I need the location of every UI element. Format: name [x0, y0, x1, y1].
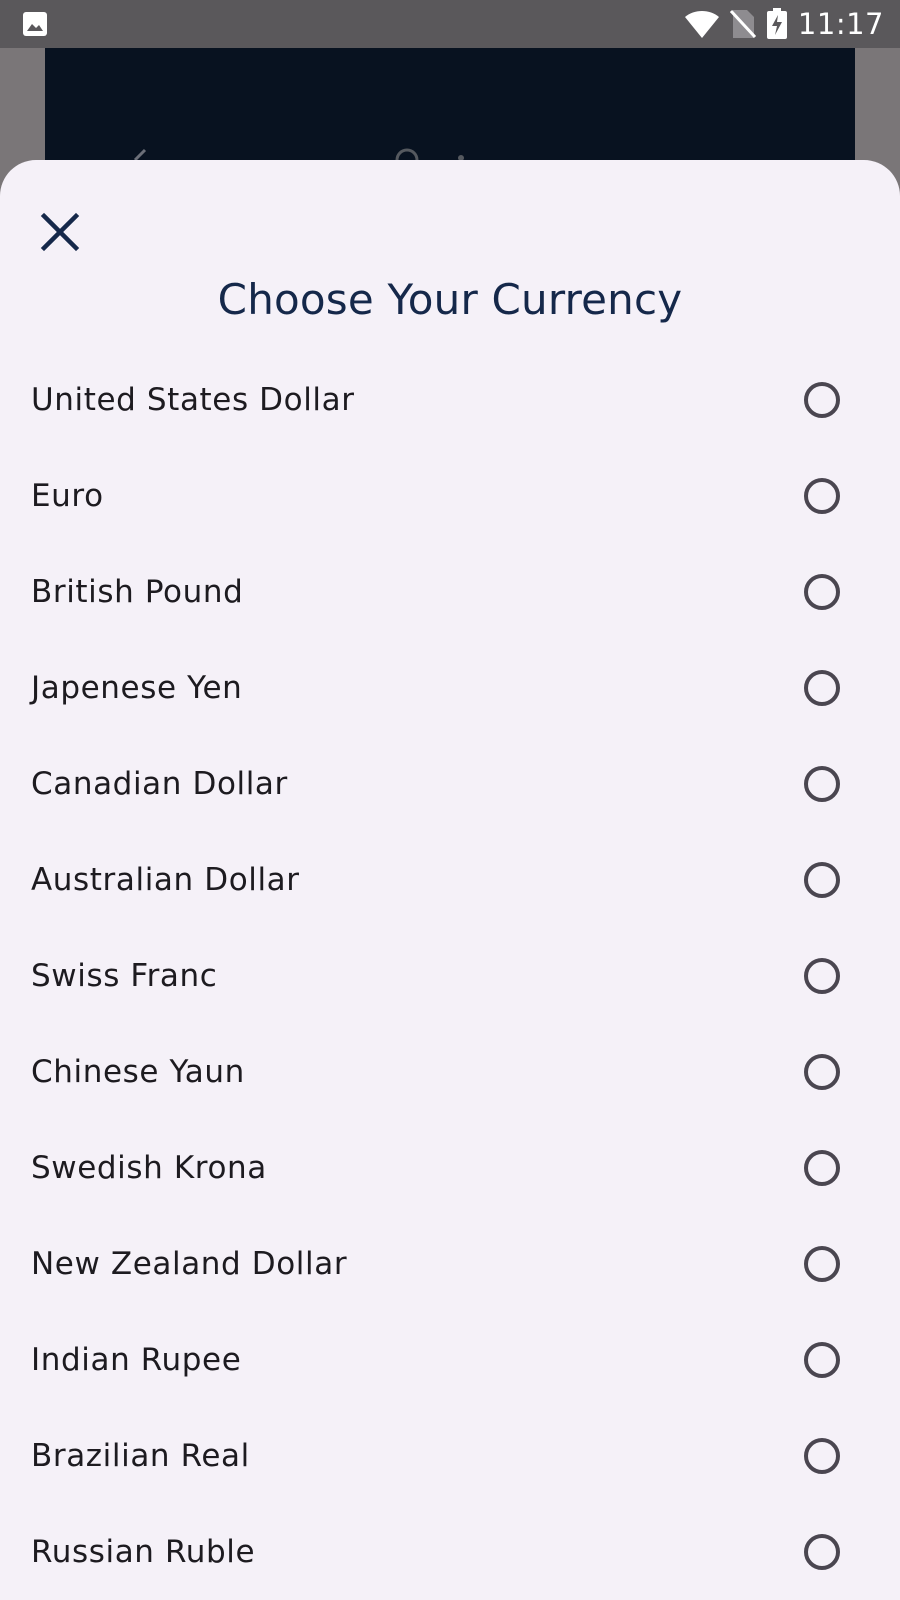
- currency-option-inr[interactable]: Indian Rupee: [0, 1312, 900, 1408]
- radio-button[interactable]: [804, 958, 840, 994]
- currency-option-sek[interactable]: Swedish Krona: [0, 1120, 900, 1216]
- no-sim-icon: [729, 9, 756, 39]
- currency-label: New Zealand Dollar: [31, 1246, 348, 1282]
- currency-label: Canadian Dollar: [31, 766, 288, 802]
- status-bar: 11:17: [0, 0, 900, 48]
- gallery-icon: [23, 12, 47, 36]
- close-button[interactable]: [30, 202, 90, 262]
- battery-charging-icon: [766, 8, 787, 39]
- radio-button[interactable]: [804, 862, 840, 898]
- currency-label: Swiss Franc: [31, 958, 218, 994]
- currency-label: Australian Dollar: [31, 862, 300, 898]
- radio-button[interactable]: [804, 1054, 840, 1090]
- currency-label: British Pound: [31, 574, 244, 610]
- close-icon: [40, 212, 80, 252]
- currency-option-chf[interactable]: Swiss Franc: [0, 928, 900, 1024]
- radio-button[interactable]: [804, 1246, 840, 1282]
- currency-option-eur[interactable]: Euro: [0, 448, 900, 544]
- radio-button[interactable]: [804, 574, 840, 610]
- currency-option-usd[interactable]: United States Dollar: [0, 352, 900, 448]
- radio-button[interactable]: [804, 1534, 840, 1570]
- radio-button[interactable]: [804, 382, 840, 418]
- currency-label: United States Dollar: [31, 382, 355, 418]
- wifi-icon: [684, 11, 719, 38]
- currency-label: Indian Rupee: [31, 1342, 242, 1378]
- currency-label: Chinese Yaun: [31, 1054, 245, 1090]
- radio-button[interactable]: [804, 766, 840, 802]
- currency-bottom-sheet: Choose Your Currency United States Dolla…: [0, 160, 900, 1600]
- currency-option-jpy[interactable]: Japenese Yen: [0, 640, 900, 736]
- currency-option-aud[interactable]: Australian Dollar: [0, 832, 900, 928]
- currency-option-brl[interactable]: Brazilian Real: [0, 1408, 900, 1504]
- page-title: Choose Your Currency: [217, 275, 683, 324]
- currency-label: Brazilian Real: [31, 1438, 250, 1474]
- currency-label: Japenese Yen: [31, 670, 243, 706]
- radio-button[interactable]: [804, 1342, 840, 1378]
- status-icons: 11:17: [684, 0, 884, 48]
- currency-option-cad[interactable]: Canadian Dollar: [0, 736, 900, 832]
- radio-button[interactable]: [804, 478, 840, 514]
- currency-option-cny[interactable]: Chinese Yaun: [0, 1024, 900, 1120]
- currency-option-gbp[interactable]: British Pound: [0, 544, 900, 640]
- currency-list: United States Dollar Euro British Pound …: [0, 352, 900, 1600]
- currency-option-rub[interactable]: Russian Ruble: [0, 1504, 900, 1600]
- radio-button[interactable]: [804, 1150, 840, 1186]
- radio-button[interactable]: [804, 670, 840, 706]
- status-clock: 11:17: [797, 7, 884, 41]
- currency-label: Swedish Krona: [31, 1150, 267, 1186]
- radio-button[interactable]: [804, 1438, 840, 1474]
- currency-option-nzd[interactable]: New Zealand Dollar: [0, 1216, 900, 1312]
- currency-label: Euro: [31, 478, 104, 514]
- currency-label: Russian Ruble: [31, 1534, 256, 1570]
